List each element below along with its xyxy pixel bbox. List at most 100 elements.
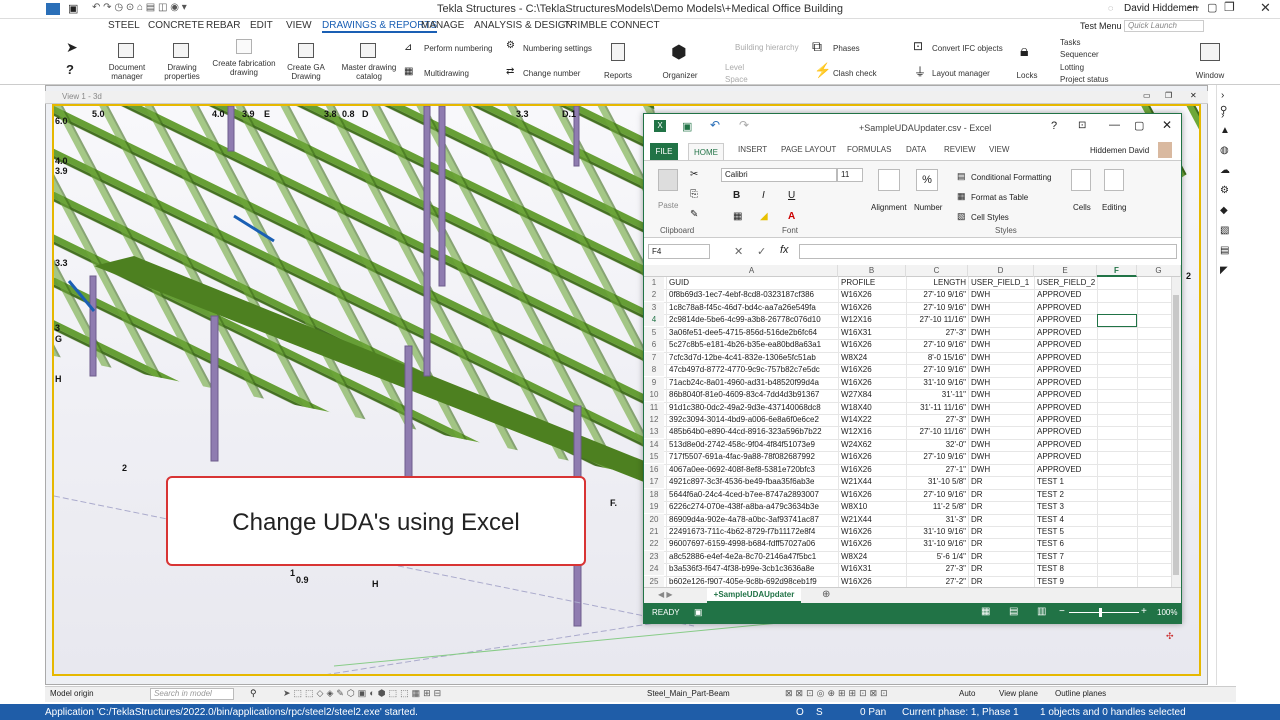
row-number[interactable]: 12 [644,413,664,426]
table-cell[interactable]: W16X26 [841,364,904,376]
paste-icon[interactable] [658,169,678,191]
restore-button[interactable]: ❐ [1224,0,1235,14]
menu-drawings-reports[interactable]: DRAWINGS & REPORTS [322,20,438,33]
excel-minimize-button[interactable]: — [1109,119,1120,131]
row-number[interactable]: 20 [644,513,664,526]
table-cell[interactable]: 31'-11" [909,389,966,401]
table-cell[interactable]: W16X26 [841,464,904,476]
page-break-icon[interactable]: ▥ [1037,606,1046,617]
row-number[interactable]: 9 [644,376,664,389]
table-cell[interactable]: W16X31 [841,327,904,339]
settings-icon[interactable]: ⚙ [1220,185,1229,196]
column-header[interactable]: B [838,265,906,277]
table-cell[interactable]: APPROVED [1037,339,1095,351]
table-cell[interactable]: APPROVED [1037,414,1095,426]
excel-help-button[interactable]: ? [1051,120,1057,132]
format-as-table-button[interactable]: Format as Table [971,193,1028,202]
column-header[interactable]: C [906,265,968,277]
table-cell[interactable]: TEST 6 [1037,538,1095,550]
convert-ifc-button[interactable]: Convert IFC objects [932,44,1003,53]
table-cell[interactable]: TEST 5 [1037,526,1095,538]
editing-button[interactable]: Editing [1102,203,1126,212]
scrollbar-thumb[interactable] [1173,295,1179,575]
menu-trimble-connect[interactable]: TRIMBLE CONNECT [564,20,660,31]
fill-color-icon[interactable]: ◢ [760,211,768,222]
cells-icon[interactable] [1071,169,1091,191]
macro-icon[interactable]: ▣ [694,607,703,618]
format-painter-icon[interactable]: ✎ [690,209,698,220]
table-cell[interactable]: 11'-2 5/8" [909,501,966,513]
table-cell[interactable]: b3a536f3-f647-4f38-b99e-3cb1c3636a8e [669,563,836,575]
auto-select[interactable]: Auto [959,689,975,698]
minimize-button[interactable]: — [1188,1,1199,13]
graduation-icon[interactable]: ▲ [1220,125,1230,136]
row-number[interactable]: 7 [644,351,664,364]
row-number[interactable]: 10 [644,389,664,402]
alignment-button[interactable]: Alignment [871,203,907,212]
space-button[interactable]: Space [725,75,748,84]
table-cell[interactable]: DWH [971,314,1032,326]
table-cell[interactable]: 27'-3" [909,414,966,426]
row-number[interactable]: 18 [644,488,664,501]
table-cell[interactable]: DR [971,576,1032,587]
row-number[interactable]: 1 [644,277,664,289]
table-cell[interactable]: 31'-10 5/8" [909,476,966,488]
font-size-select[interactable]: 11 [837,168,863,182]
table-cell[interactable]: W12X16 [841,426,904,438]
table-cell[interactable]: 7cfc3d7d-12be-4c41-832e-1306e5fc51ab [669,352,836,364]
search-model-input[interactable]: Search in model [150,688,234,700]
table-cell[interactable]: 513d8e0d-2742-458c-9f04-4f84f51073e9 [669,439,836,451]
table-cell[interactable]: W16X26 [841,538,904,550]
table-cell[interactable]: W21X44 [841,514,904,526]
table-cell[interactable]: 31'-10 9/16" [909,538,966,550]
font-color-icon[interactable]: A [788,211,795,222]
table-cell[interactable]: APPROVED [1037,439,1095,451]
project-status-button[interactable]: Project status [1060,75,1108,84]
maximize-button[interactable]: ▢ [1207,1,1217,14]
table-cell[interactable]: 3a06fe51-dee5-4715-856d-516de2b6fc64 [669,327,836,339]
redo-icon[interactable]: ↷ [739,118,749,132]
alignment-icon[interactable] [878,169,900,191]
font-name-select[interactable]: Calibri [721,168,837,182]
table-cell[interactable]: 717f5507-691a-4fac-9a88-78f082687992 [669,451,836,463]
organizer-button[interactable]: Organizer [660,71,700,80]
selection-switches[interactable]: ➤⬚⬚◇◈✎⬡▣◐⬢⬚⬚▦⊞⊟ [283,688,444,699]
column-header[interactable]: G [1137,265,1181,277]
tag-icon[interactable]: ◤ [1220,265,1228,276]
paste-button[interactable]: Paste [658,201,678,210]
menu-concrete[interactable]: CONCRETE [148,20,204,31]
images-icon[interactable]: ▤ [1220,245,1229,256]
table-cell[interactable]: W8X24 [841,551,904,563]
row-number[interactable]: 24 [644,563,664,576]
table-cell[interactable]: 5c27c8b5-e181-4b26-b35e-ea80bd8a63a1 [669,339,836,351]
table-cell[interactable]: PROFILE [841,277,904,289]
tab-review[interactable]: REVIEW [944,145,976,154]
cloud-icon[interactable]: ☁ [1220,165,1230,176]
table-cell[interactable]: LENGTH [909,277,966,289]
view-restore-button[interactable]: ❐ [1165,91,1172,100]
cut-icon[interactable]: ✂ [690,169,698,180]
table-cell[interactable]: W16X26 [841,377,904,389]
table-cell[interactable]: APPROVED [1037,377,1095,389]
test-menu[interactable]: Test Menu [1080,21,1122,31]
table-cell[interactable]: 4067a0ee-0692-408f-8ef8-5381e720bfc3 [669,464,836,476]
row-number[interactable]: 23 [644,550,664,563]
row-number[interactable]: 15 [644,451,664,464]
confirm-entry-icon[interactable]: ✓ [757,245,766,258]
table-cell[interactable]: 2c9814de-5be6-4c99-a3b8-26778c076d10 [669,314,836,326]
cell-styles-button[interactable]: Cell Styles [971,213,1009,222]
table-cell[interactable]: APPROVED [1037,352,1095,364]
table-cell[interactable]: W16X26 [841,526,904,538]
table-cell[interactable]: DWH [971,352,1032,364]
table-cell[interactable]: DWH [971,451,1032,463]
table-cell[interactable]: W16X26 [841,289,904,301]
table-cell[interactable]: DWH [971,439,1032,451]
create-ga-drawing-button[interactable]: Create GA Drawing [286,63,326,81]
reports-button[interactable]: Reports [600,71,636,80]
page-layout-icon[interactable]: ▤ [1009,606,1018,617]
panel-toggle-icon[interactable]: › [1221,90,1224,101]
properties-icon[interactable]: ⚲ [1220,105,1227,116]
table-cell[interactable]: USER_FIELD_1 [971,277,1032,289]
italic-button[interactable]: I [762,190,765,201]
select-arrow-icon[interactable]: ➤ [66,39,78,56]
